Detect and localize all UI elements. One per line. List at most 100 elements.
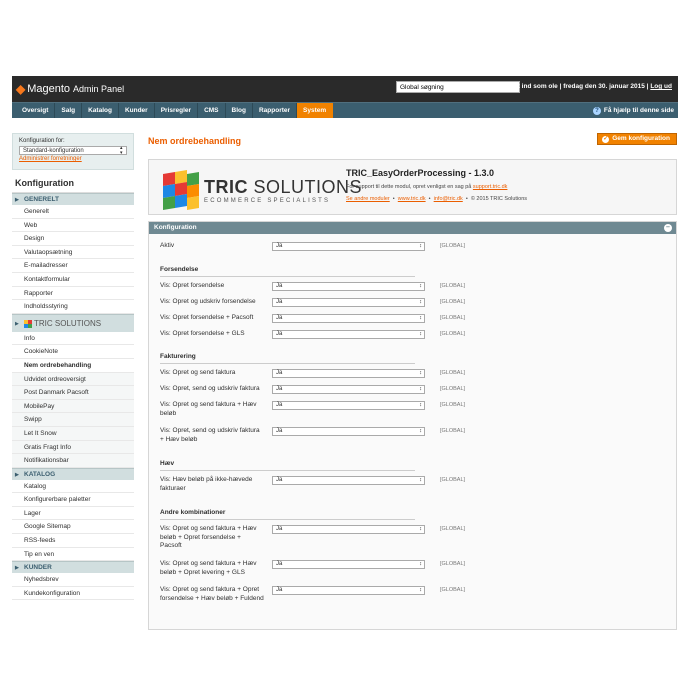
magento-logo[interactable]: ◆ Magento Admin Panel <box>16 82 124 96</box>
module-title: TRIC_EasyOrderProcessing - 1.3.0 <box>346 168 495 178</box>
sidebar-item[interactable]: Info <box>12 332 134 346</box>
config-select[interactable]: Ja <box>272 330 425 339</box>
other-modules-link[interactable]: Se andre moduler <box>346 196 390 202</box>
config-label: Vis: Opret og udskriv forsendelse <box>160 298 256 305</box>
sidebar-item[interactable]: Gratis Fragt Info <box>12 440 134 455</box>
save-config-button[interactable]: ✓ Gem konfiguration <box>597 133 677 145</box>
sidebar-item[interactable]: Lager <box>12 507 134 521</box>
scope-label: [GLOBAL] <box>440 587 466 593</box>
sidebar-item[interactable]: Indholdsstyring <box>12 300 134 314</box>
config-select[interactable]: Ja <box>272 560 425 569</box>
sidebar-item[interactable]: Web <box>12 219 134 233</box>
sidebar-section-generelt[interactable]: GENERELT <box>12 193 134 206</box>
config-select[interactable]: Ja <box>272 586 425 595</box>
sidebar-section-kunder[interactable]: KUNDER <box>12 561 134 574</box>
nav-system[interactable]: System <box>297 103 334 118</box>
nav-cms[interactable]: CMS <box>198 103 226 118</box>
config-label: Vis: Opret og send faktura + Hæv beløb +… <box>160 560 257 576</box>
copyright: © 2015 TRIC Solutions <box>470 196 528 202</box>
config-label: Vis: Opret og send faktura <box>160 369 236 376</box>
config-fieldset-title: Konfiguration <box>154 224 197 231</box>
logo-sub: Admin Panel <box>73 84 125 94</box>
sidebar-item[interactable]: RSS-feeds <box>12 534 134 548</box>
config-select[interactable]: Ja <box>272 427 425 436</box>
tric-logo: TRIC SOLUTIONS ECOMMERCE SPECIALISTS <box>159 169 362 211</box>
sidebar-item[interactable]: Valutaopsætning <box>12 246 134 260</box>
support-link[interactable]: support.tric.dk <box>473 184 508 190</box>
sidebar-item[interactable]: Google Sitemap <box>12 520 134 535</box>
config-select[interactable]: Ja <box>272 401 425 410</box>
sidebar-item[interactable]: Post Danmark Pacsoft <box>12 386 134 400</box>
sidebar-item[interactable]: Konfigurerbare paletter <box>12 493 134 507</box>
config-section-title: Fakturering <box>160 353 415 364</box>
scope-label: [GLOBAL] <box>440 370 466 376</box>
sidebar-item[interactable]: Swipp <box>12 413 134 427</box>
sidebar-item[interactable]: Design <box>12 232 134 246</box>
tric-cube-logo-icon <box>159 169 199 211</box>
sidebar-item[interactable]: Kundekonfiguration <box>12 587 134 601</box>
nav-rapporter[interactable]: Rapporter <box>253 103 298 118</box>
config-fieldset: Konfiguration – Aktiv Ja [GLOBAL] Forsen… <box>148 221 677 630</box>
help-text: Få hjælp til denne side <box>603 107 674 114</box>
store-select[interactable]: Standard-konfiguration <box>19 146 127 156</box>
nav-prisregler[interactable]: Prisregler <box>155 103 199 118</box>
support-text: For support til dette modul, opret venli… <box>346 184 527 190</box>
tric-mini-logo-text: TRIC SOLUTIONS <box>34 318 102 328</box>
config-label: Vis: Hæv beløb på ikke-hævede fakturaer <box>160 476 253 492</box>
config-select[interactable]: Ja <box>272 242 425 251</box>
config-section-title: Forsendelse <box>160 266 415 277</box>
sidebar-item[interactable]: Kontaktformular <box>12 273 134 287</box>
scope-label: [GLOBAL] <box>440 561 466 567</box>
sidebar-item-active[interactable]: Nem ordrebehandling <box>12 358 134 373</box>
nav-kunder[interactable]: Kunder <box>119 103 155 118</box>
sidebar-item[interactable]: Tip en ven <box>12 548 134 562</box>
sidebar-section-tric[interactable]: TRIC SOLUTIONS <box>12 313 134 333</box>
config-fieldset-header[interactable]: Konfiguration – <box>149 222 676 234</box>
scope-label: [GLOBAL] <box>440 315 466 321</box>
config-select[interactable]: Ja <box>272 385 425 394</box>
nav-salg[interactable]: Salg <box>55 103 83 118</box>
sidebar-item[interactable]: MobilePay <box>12 399 134 414</box>
admin-header: ◆ Magento Admin Panel Logget ind som ole… <box>12 76 678 102</box>
sidebar-item[interactable]: Generelt <box>12 205 134 219</box>
sidebar-item[interactable]: Nyhedsbrev <box>12 573 134 587</box>
nav-oversigt[interactable]: Oversigt <box>12 103 56 118</box>
tric-module-info: TRIC_EasyOrderProcessing - 1.3.0 For sup… <box>346 168 527 208</box>
sidebar-item[interactable]: Katalog <box>12 480 134 494</box>
sidebar: Konfiguration for: Standard-konfiguratio… <box>12 133 134 630</box>
email-link[interactable]: info@tric.dk <box>434 196 463 202</box>
config-select[interactable]: Ja <box>272 314 425 323</box>
config-select[interactable]: Ja <box>272 282 425 291</box>
sidebar-item[interactable]: Notifikationsbar <box>12 454 134 468</box>
scope-label: [GLOBAL] <box>440 477 466 483</box>
config-label: Vis: Opret, send og udskriv faktura <box>160 385 260 392</box>
tric-brand-rest: SOLUTIONS <box>248 177 363 197</box>
config-select[interactable]: Ja <box>272 369 425 378</box>
tric-mini-logo: TRIC SOLUTIONS <box>24 315 101 333</box>
tric-brand: TRIC SOLUTIONS <box>204 178 362 196</box>
manage-stores-link[interactable]: Administrer forretninger <box>19 156 127 162</box>
config-select[interactable]: Ja <box>272 525 425 534</box>
nav-blog[interactable]: Blog <box>226 103 253 118</box>
website-link[interactable]: www.tric.dk <box>398 196 426 202</box>
store-switcher-label: Konfiguration for: <box>19 138 65 144</box>
scope-label: [GLOBAL] <box>440 331 466 337</box>
sidebar-section-katalog[interactable]: KATALOG <box>12 467 134 481</box>
sidebar-item[interactable]: CookieNote <box>12 345 134 359</box>
collapse-icon[interactable]: – <box>664 224 672 232</box>
nav-katalog[interactable]: Katalog <box>82 103 119 118</box>
main-nav: Oversigt Salg Katalog Kunder Prisregler … <box>12 102 678 118</box>
config-label: Vis: Opret, send og udskriv faktura + Hæ… <box>160 427 260 443</box>
sidebar-item[interactable]: Let It Snow <box>12 426 134 441</box>
logout-link[interactable]: Log ud <box>650 83 672 90</box>
help-link[interactable]: ? Få hjælp til denne side <box>592 103 674 118</box>
config-select[interactable]: Ja <box>272 298 425 307</box>
support-text-label: For support til dette modul, opret venli… <box>346 184 472 190</box>
logo-brand: Magento <box>27 83 71 95</box>
config-select[interactable]: Ja <box>272 476 425 485</box>
login-info: Logget ind som ole | fredag den 30. janu… <box>498 83 672 90</box>
scope-label: [GLOBAL] <box>440 428 466 434</box>
sidebar-item[interactable]: Udvidet ordreoversigt <box>12 372 134 387</box>
sidebar-item[interactable]: E-mailadresser <box>12 259 134 273</box>
sidebar-item[interactable]: Rapporter <box>12 287 134 301</box>
